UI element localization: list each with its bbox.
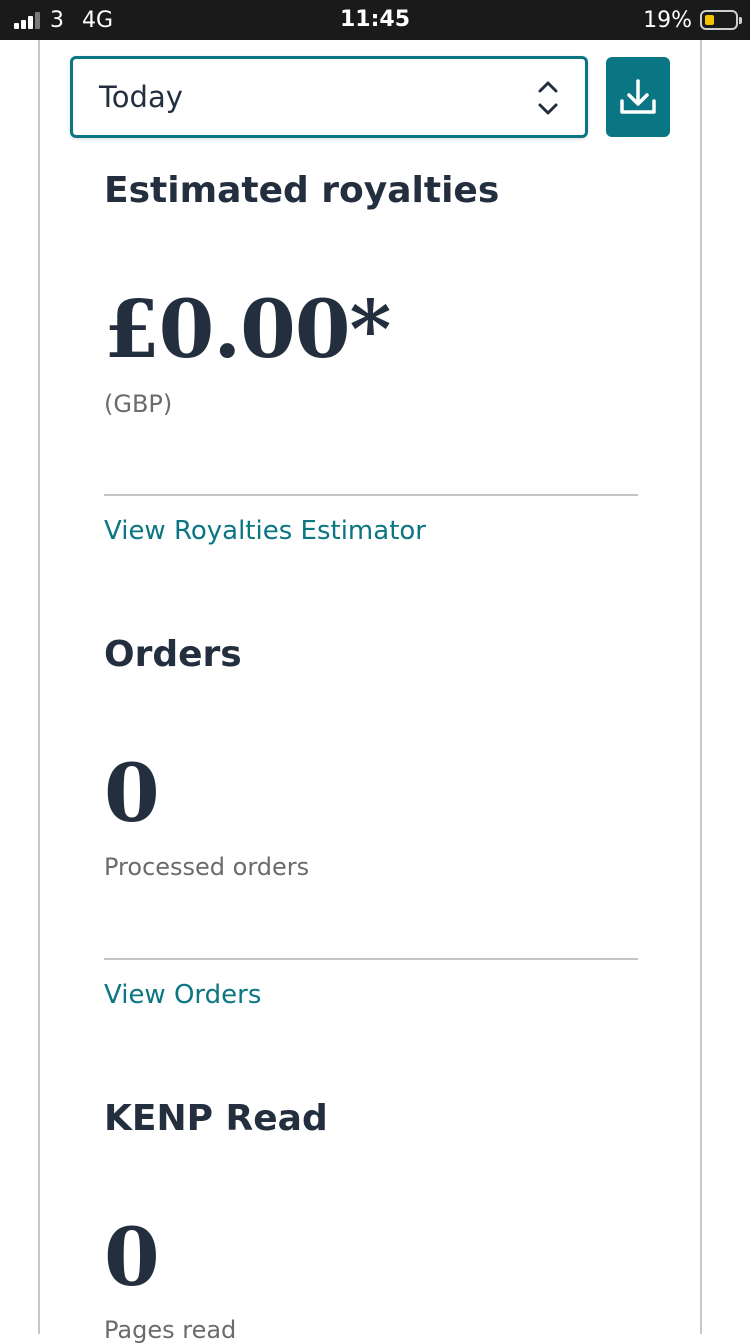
chevron-up-down-icon xyxy=(538,81,558,115)
dashboard-card xyxy=(38,40,702,1334)
view-orders-link[interactable]: View Orders xyxy=(104,980,261,1010)
kenp-pages-count: 0 xyxy=(104,1210,160,1304)
battery-level-fill xyxy=(705,15,714,25)
royalties-currency: (GBP) xyxy=(104,390,173,418)
orders-title: Orders xyxy=(104,634,242,675)
battery-percent: 19% xyxy=(643,7,692,33)
view-royalties-estimator-link[interactable]: View Royalties Estimator xyxy=(104,516,426,546)
date-range-value: Today xyxy=(99,80,183,114)
date-range-select[interactable]: Today xyxy=(70,56,588,138)
royalties-divider xyxy=(104,494,638,496)
royalties-amount: £0.00* xyxy=(104,282,391,376)
kenp-read-title: KENP Read xyxy=(104,1098,328,1139)
pages-read-label: Pages read xyxy=(104,1316,237,1344)
status-time: 11:45 xyxy=(339,7,411,32)
processed-orders-label: Processed orders xyxy=(104,853,310,881)
royalties-title: Estimated royalties xyxy=(104,170,500,211)
orders-divider xyxy=(104,958,638,960)
status-bar: 3 4G 11:45 19% xyxy=(0,0,750,40)
download-button[interactable] xyxy=(606,57,670,137)
battery-icon xyxy=(700,10,742,30)
status-right: 19% xyxy=(643,0,742,40)
download-icon xyxy=(620,79,656,114)
orders-count: 0 xyxy=(104,746,160,840)
